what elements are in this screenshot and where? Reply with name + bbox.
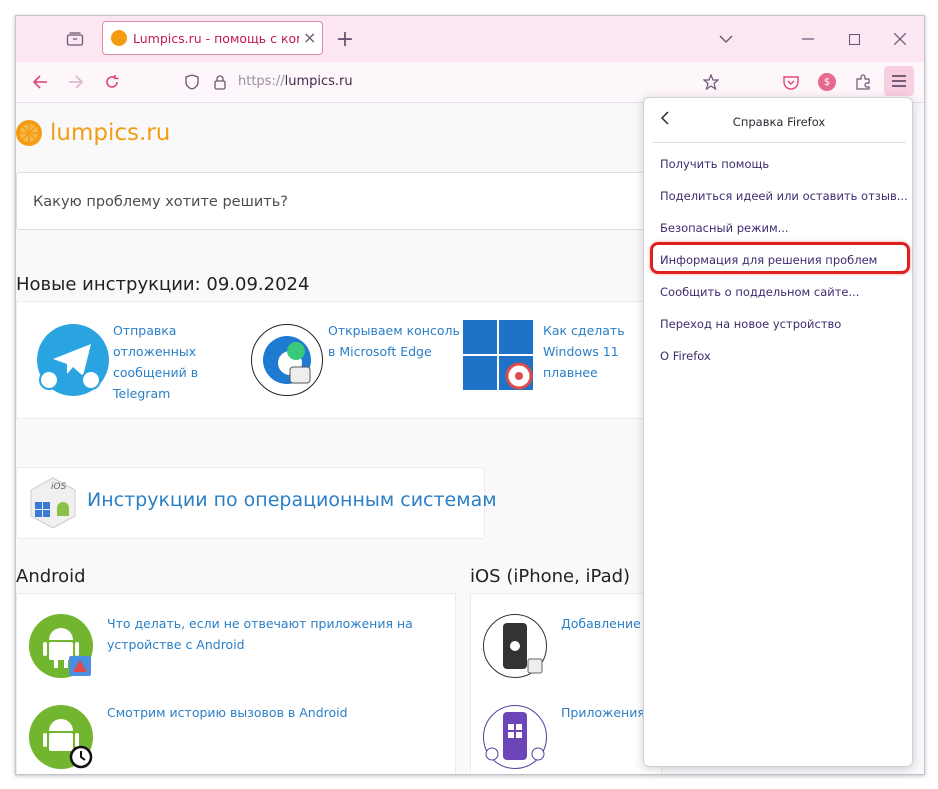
android-heading: Android <box>16 566 86 587</box>
article-link[interactable]: Что делать, если не отвечают приложения … <box>107 613 417 655</box>
close-tab-icon[interactable]: × <box>303 28 316 47</box>
tab-lumpics[interactable]: Lumpics.ru - помощь с компьютером × <box>102 21 323 55</box>
iphone-apps-icon <box>483 705 547 769</box>
menu-item-get-help[interactable]: Получить помощь <box>660 157 769 171</box>
extension-badge-icon[interactable]: $ <box>818 73 836 91</box>
reload-icon[interactable] <box>102 72 122 92</box>
menu-title: Справка Firefox <box>732 115 826 129</box>
logo-text: lumpics.ru <box>50 120 171 146</box>
orange-logo-icon <box>16 120 42 146</box>
tab-title: Lumpics.ru - помощь с компьютером <box>133 31 299 46</box>
ios-badge: iOS <box>51 482 67 492</box>
bookmark-star-icon[interactable] <box>701 72 721 92</box>
windows-logo-icon <box>463 320 533 390</box>
android-robot-icon <box>29 614 93 678</box>
site-search-input[interactable]: Какую проблему хотите решить? <box>16 172 658 230</box>
menu-item-about-firefox[interactable]: О Firefox <box>660 349 711 363</box>
back-arrow-icon[interactable] <box>30 72 50 92</box>
ios-articles-card: Добавление ... Приложения ... <box>470 593 662 774</box>
lock-icon[interactable] <box>210 72 230 92</box>
close-window-icon[interactable] <box>890 29 910 49</box>
menu-item-report-deceptive-site[interactable]: Сообщить о поддельном сайте... <box>660 285 859 299</box>
os-banner-label: Инструкции по операционным системам <box>87 489 497 511</box>
android-call-history-icon <box>29 705 93 769</box>
telegram-icon <box>37 324 109 396</box>
microsoft-edge-icon <box>251 324 323 396</box>
menu-item-troubleshooting-info[interactable]: Информация для решения проблем <box>660 253 877 267</box>
os-stack-icon: iOS <box>29 476 77 530</box>
list-tabs-chevron-down-icon[interactable] <box>716 29 736 49</box>
pocket-icon[interactable] <box>781 72 801 92</box>
menu-item-share-feedback[interactable]: Поделиться идеей или оставить отзыв... <box>660 189 908 203</box>
url-field[interactable]: https://lumpics.ru <box>238 74 353 89</box>
site-logo[interactable]: lumpics.ru <box>16 120 170 146</box>
new-articles-card: Отправка отложенных сообщений в Telegram… <box>16 301 658 419</box>
firefox-help-menu: Справка Firefox Получить помощь Поделить… <box>643 97 913 767</box>
forward-arrow-icon[interactable] <box>66 72 86 92</box>
menu-item-switch-device[interactable]: Переход на новое устройство <box>660 317 841 331</box>
extensions-puzzle-icon[interactable] <box>853 72 873 92</box>
os-instructions-banner[interactable]: iOS Инструкции по операционным системам <box>16 467 497 539</box>
app-menu-hamburger-icon[interactable] <box>884 66 914 96</box>
article-link[interactable]: Как сделать Windows 11 плавнее <box>543 320 657 383</box>
tab-bar: Lumpics.ru - помощь с компьютером × + <box>16 16 924 62</box>
menu-separator <box>652 142 906 143</box>
menu-item-safe-mode[interactable]: Безопасный режим... <box>660 221 789 235</box>
minimize-icon[interactable] <box>798 29 818 49</box>
url-host: lumpics.ru <box>284 74 353 89</box>
android-articles-card: Что делать, если не отвечают приложения … <box>16 593 456 774</box>
article-link[interactable]: Открываем консоль в Microsoft Edge <box>328 320 463 362</box>
iphone-apple-icon <box>483 614 547 678</box>
maximize-icon[interactable] <box>844 29 864 49</box>
new-tab-icon[interactable]: + <box>334 27 356 52</box>
article-link[interactable]: Смотрим историю вызовов в Android <box>107 702 417 723</box>
article-link[interactable]: Отправка отложенных сообщений в Telegram <box>113 320 213 404</box>
ios-heading: iOS (iPhone, iPad) <box>470 566 631 587</box>
new-instructions-heading: Новые инструкции: 09.09.2024 <box>16 274 310 295</box>
tracking-shield-icon[interactable] <box>182 72 202 92</box>
search-placeholder: Какую проблему хотите решить? <box>33 194 288 210</box>
orange-favicon-icon <box>111 30 127 46</box>
url-scheme: https:// <box>238 74 285 89</box>
tab-overview-icon[interactable] <box>64 28 86 50</box>
